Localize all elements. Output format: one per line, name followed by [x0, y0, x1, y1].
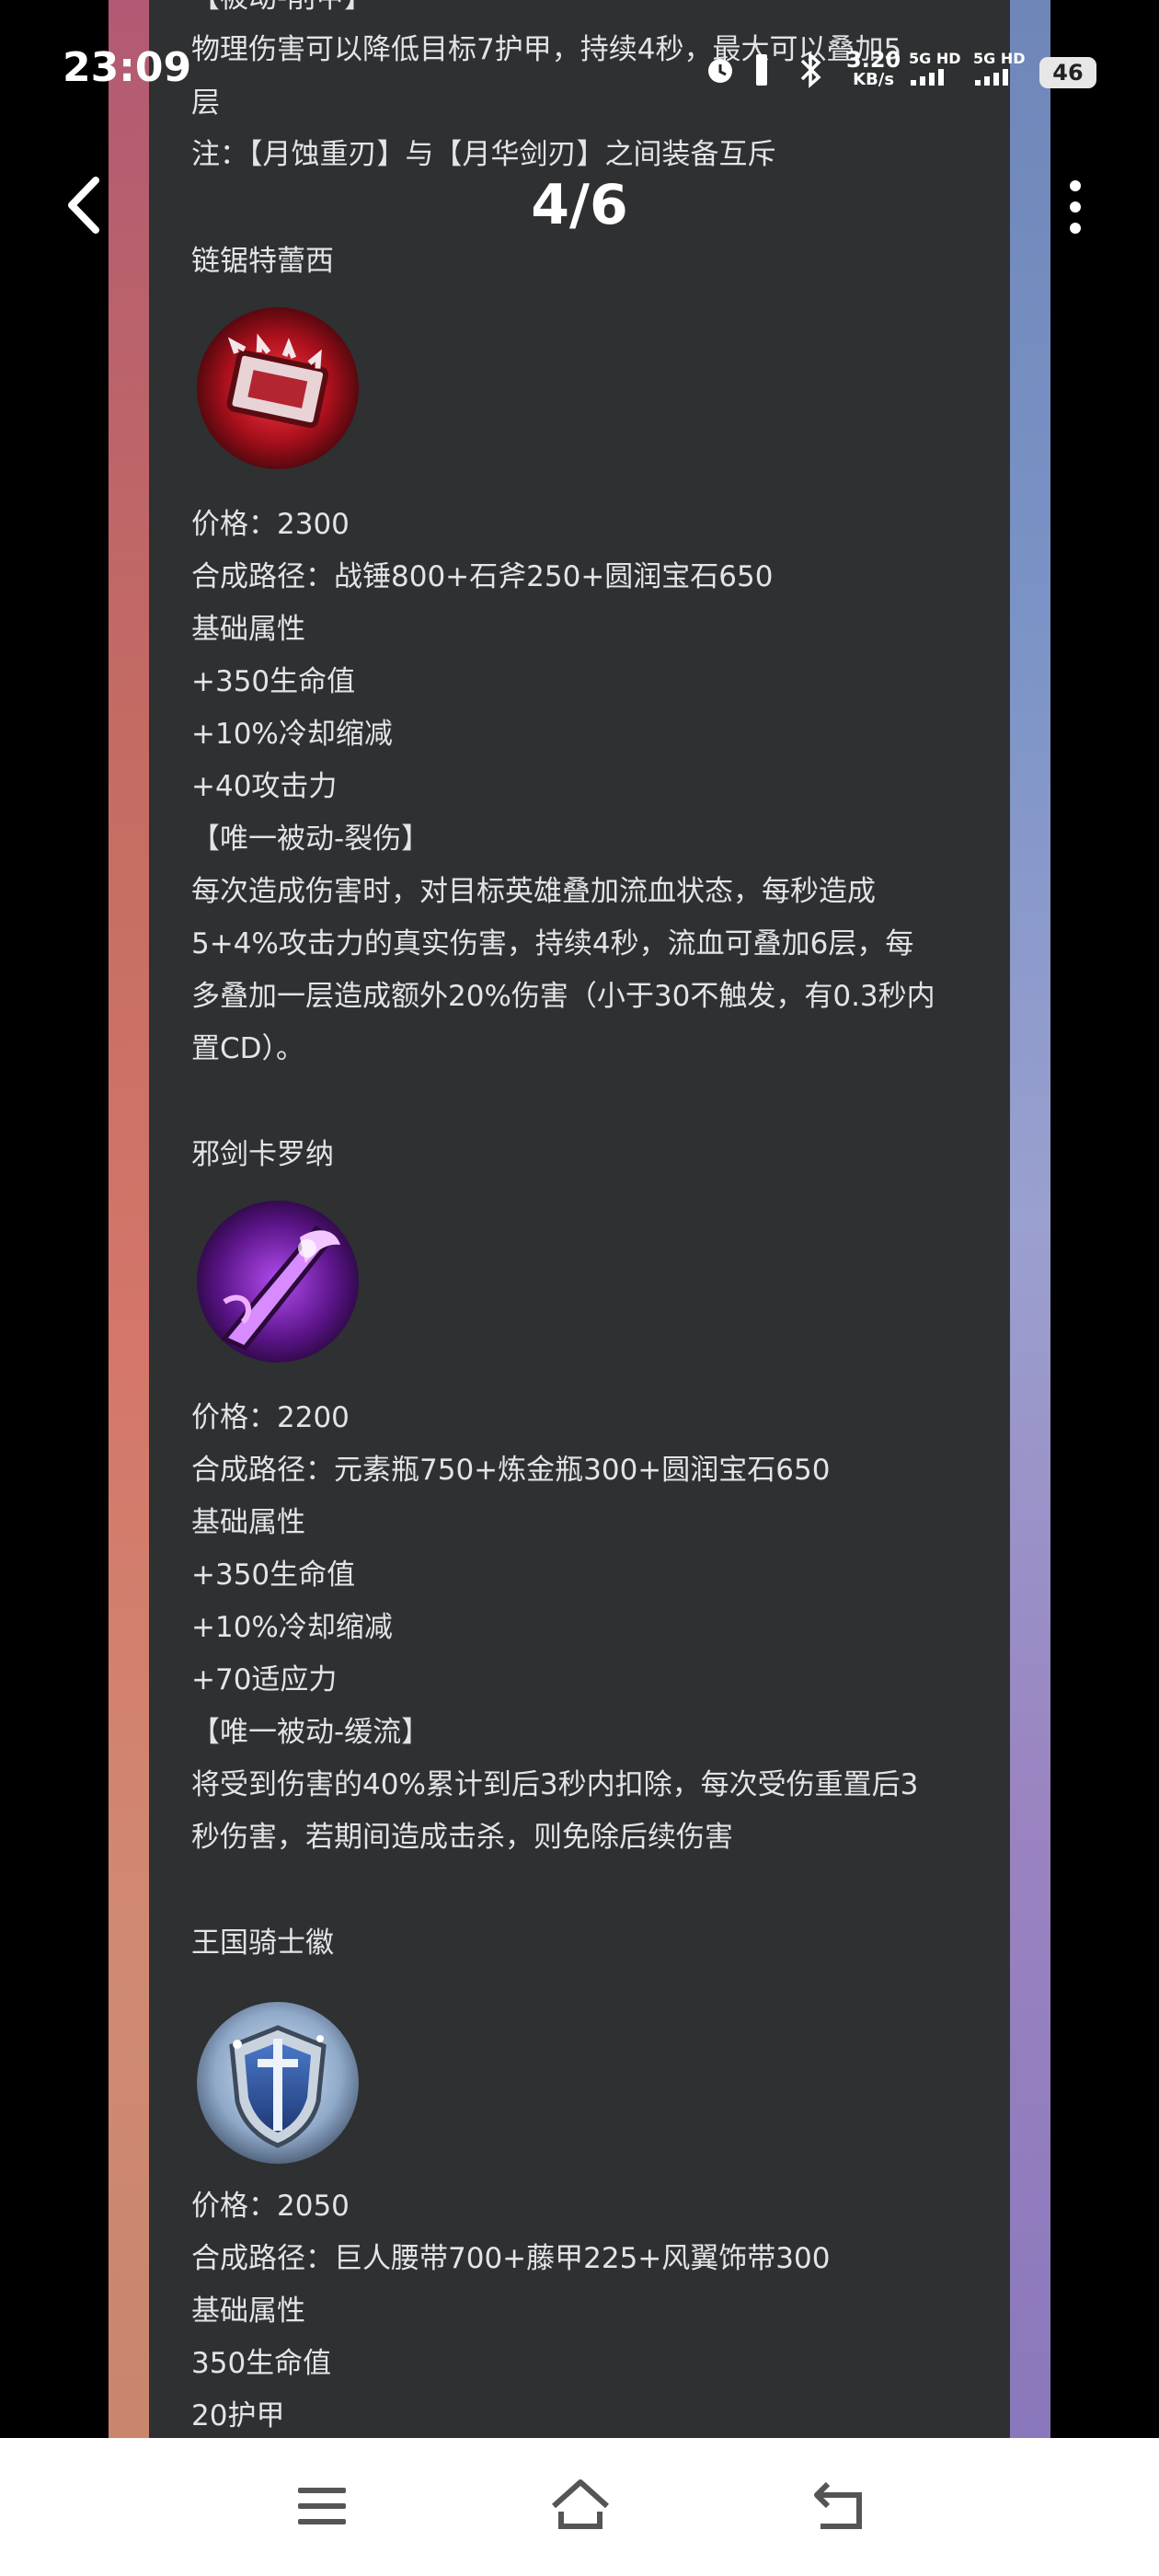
passive-desc-line: 5+4%攻击力的真实伤害，持续4秒，流血可叠加6层，每: [191, 927, 914, 960]
home-icon[interactable]: [548, 2475, 613, 2536]
battery-icon: 46: [1039, 57, 1096, 88]
evil-sword-item-icon: [197, 1201, 359, 1363]
signal-bars-icon: [975, 69, 1008, 86]
stat-line: +350生命值: [191, 665, 356, 698]
sim2-signal: 5G HD: [973, 50, 1030, 89]
stat-line: +40攻击力: [191, 770, 338, 803]
signal-bars-icon: [911, 69, 944, 86]
passive-title: 【唯一被动-缓流】: [191, 1716, 430, 1749]
stat-line: +10%冷却缩减: [191, 1611, 393, 1644]
stat-line: 20护甲: [191, 2399, 285, 2432]
stat-line: +10%冷却缩减: [191, 718, 393, 751]
item-name: 邪剑卡罗纳: [191, 1138, 334, 1171]
chainsaw-item-icon: [197, 307, 359, 469]
status-bar: 23:09 3.20 KB/s 5G HD 5G HD 46: [0, 0, 1159, 147]
clock-time: 23:09: [63, 44, 192, 91]
menu-icon[interactable]: [294, 2478, 350, 2534]
stat-line: +350生命值: [191, 1558, 356, 1592]
passive-desc-line: 置CD）。: [191, 1032, 305, 1065]
base-attr-header: 基础属性: [191, 1506, 305, 1539]
item-name: 王国骑士徽: [191, 1926, 334, 1960]
stat-line: +70适应力: [191, 1663, 338, 1696]
passive-desc-line: 多叠加一层造成额外20%伤害（小于30不触发，有0.3秒内: [191, 980, 935, 1013]
page-indicator: 4/6: [531, 173, 628, 237]
network-speed: 3.20 KB/s: [846, 47, 901, 89]
item-recipe: 合成路径：元素瓶750+炼金瓶300+圆润宝石650: [191, 1454, 831, 1487]
passive-desc-line: 将受到伤害的40%累计到后3秒内扣除，每次受伤重置后3: [191, 1768, 919, 1801]
item-price: 价格：2050: [191, 2190, 350, 2223]
alarm-icon: [708, 59, 732, 83]
item-recipe: 合成路径：战锤800+石斧250+圆润宝石650: [191, 560, 774, 593]
stat-line: 350生命值: [191, 2347, 332, 2380]
vibrate-icon: [756, 54, 767, 86]
bluetooth-icon: [800, 52, 821, 88]
base-attr-header: 基础属性: [191, 2294, 305, 2328]
right-decorative-strip: [1010, 0, 1050, 2438]
passive-title: 【唯一被动-裂伤】: [191, 822, 430, 856]
item-price: 价格：2200: [191, 1401, 350, 1434]
left-decorative-strip: [109, 0, 149, 2438]
sim1-signal: 5G HD: [909, 50, 966, 89]
item-recipe: 合成路径：巨人腰带700+藤甲225+风翼饰带300: [191, 2242, 831, 2275]
more-options-icon[interactable]: [1062, 175, 1088, 239]
passive-desc-line: 秒伤害，若期间造成击杀，则免除后续伤害: [191, 1821, 733, 1854]
back-nav-icon[interactable]: [808, 2477, 868, 2534]
knight-shield-item-icon: [197, 2002, 359, 2164]
item-name: 链锯特蕾西: [191, 245, 334, 278]
system-navigation-bar: [0, 2438, 1159, 2576]
item-price: 价格：2300: [191, 508, 350, 541]
passive-desc-line: 每次造成伤害时，对目标英雄叠加流血状态，每秒造成: [191, 875, 876, 908]
base-attr-header: 基础属性: [191, 613, 305, 646]
